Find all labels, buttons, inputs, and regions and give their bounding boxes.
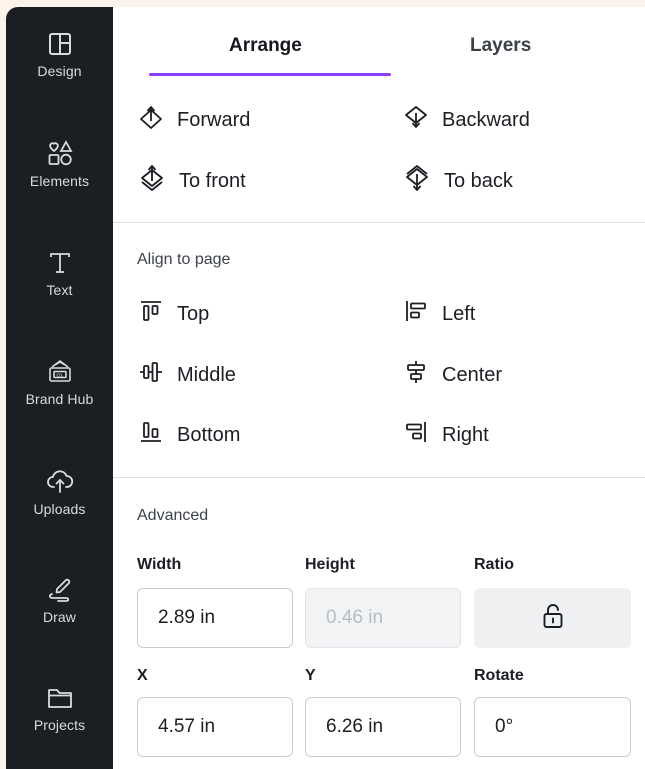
sidebar-item-brand-hub[interactable]: co. Brand Hub (6, 357, 113, 407)
y-label: Y (305, 667, 316, 684)
to-front-button[interactable]: To front (139, 164, 246, 198)
sidebar-item-label: Draw (42, 609, 77, 625)
x-position-field[interactable] (137, 697, 293, 757)
sidebar-item-label: Uploads (33, 501, 86, 517)
ratio-label: Ratio (474, 556, 514, 573)
width-label: Width (137, 556, 182, 573)
align-left-label: Left (442, 302, 476, 325)
backward-label: Backward (442, 108, 530, 131)
align-bottom-button[interactable]: Bottom (139, 418, 240, 452)
align-top-icon (139, 299, 163, 329)
bring-to-front-icon (139, 164, 165, 198)
send-backward-icon (404, 105, 428, 135)
to-back-button[interactable]: To back (404, 164, 513, 198)
align-top-label: Top (177, 302, 210, 325)
layout-icon (47, 31, 73, 57)
align-center-button[interactable]: Center (404, 358, 502, 392)
cloud-upload-icon (46, 467, 74, 495)
sidebar-item-label: Design (37, 63, 82, 79)
align-right-button[interactable]: Right (404, 418, 489, 452)
align-bottom-icon (139, 420, 163, 450)
unlocked-padlock-icon (540, 602, 566, 635)
svg-text:co.: co. (56, 373, 64, 379)
sidebar-item-text[interactable]: Text (6, 250, 113, 298)
sidebar-item-elements[interactable]: Elements (6, 139, 113, 189)
y-position-field[interactable] (305, 697, 461, 757)
align-left-button[interactable]: Left (404, 297, 475, 331)
sidebar-item-draw[interactable]: Draw (6, 575, 113, 625)
tab-layers[interactable]: Layers (470, 35, 531, 57)
active-tab-indicator (149, 73, 391, 76)
section-divider (113, 222, 645, 223)
height-field (305, 588, 461, 648)
sidebar-item-projects[interactable]: Projects (6, 685, 113, 733)
folder-icon (46, 685, 74, 711)
advanced-heading: Advanced (137, 507, 209, 524)
sidebar: Design Elements Text co. Brand Hub Uploa… (6, 7, 113, 769)
sidebar-item-label: Elements (29, 173, 90, 189)
backward-button[interactable]: Backward (404, 103, 530, 137)
send-to-back-icon (404, 164, 430, 198)
to-front-label: To front (179, 169, 246, 192)
align-middle-icon (139, 360, 163, 390)
brand-hub-icon: co. (46, 357, 74, 385)
align-middle-label: Middle (177, 363, 236, 386)
bring-forward-icon (139, 105, 163, 135)
position-panel: Arrange Layers Forward Backward To front… (113, 7, 645, 769)
app-frame: Design Elements Text co. Brand Hub Uploa… (6, 7, 645, 769)
align-right-icon (404, 420, 428, 450)
tab-arrange[interactable]: Arrange (229, 35, 302, 57)
x-label: X (137, 667, 148, 684)
align-top-button[interactable]: Top (139, 297, 209, 331)
rotate-field[interactable] (474, 697, 631, 757)
to-back-label: To back (444, 169, 513, 192)
align-left-icon (404, 299, 428, 329)
height-label: Height (305, 556, 355, 573)
align-bottom-label: Bottom (177, 423, 241, 446)
sidebar-item-uploads[interactable]: Uploads (6, 467, 113, 517)
forward-label: Forward (177, 108, 251, 131)
sidebar-item-label: Brand Hub (25, 391, 94, 407)
text-icon (47, 250, 73, 276)
align-right-label: Right (442, 423, 489, 446)
draw-icon (46, 575, 74, 603)
shapes-icon (46, 139, 74, 167)
sidebar-item-label: Projects (33, 717, 86, 733)
forward-button[interactable]: Forward (139, 103, 250, 137)
sidebar-item-label: Text (46, 282, 73, 298)
width-field[interactable] (137, 588, 293, 648)
lock-ratio-button[interactable] (474, 588, 631, 648)
align-to-page-heading: Align to page (137, 251, 231, 268)
align-middle-button[interactable]: Middle (139, 358, 236, 392)
align-center-label: Center (442, 363, 503, 386)
rotate-label: Rotate (474, 667, 524, 684)
sidebar-item-design[interactable]: Design (6, 31, 113, 79)
section-divider (113, 477, 645, 478)
align-center-icon (404, 360, 428, 390)
